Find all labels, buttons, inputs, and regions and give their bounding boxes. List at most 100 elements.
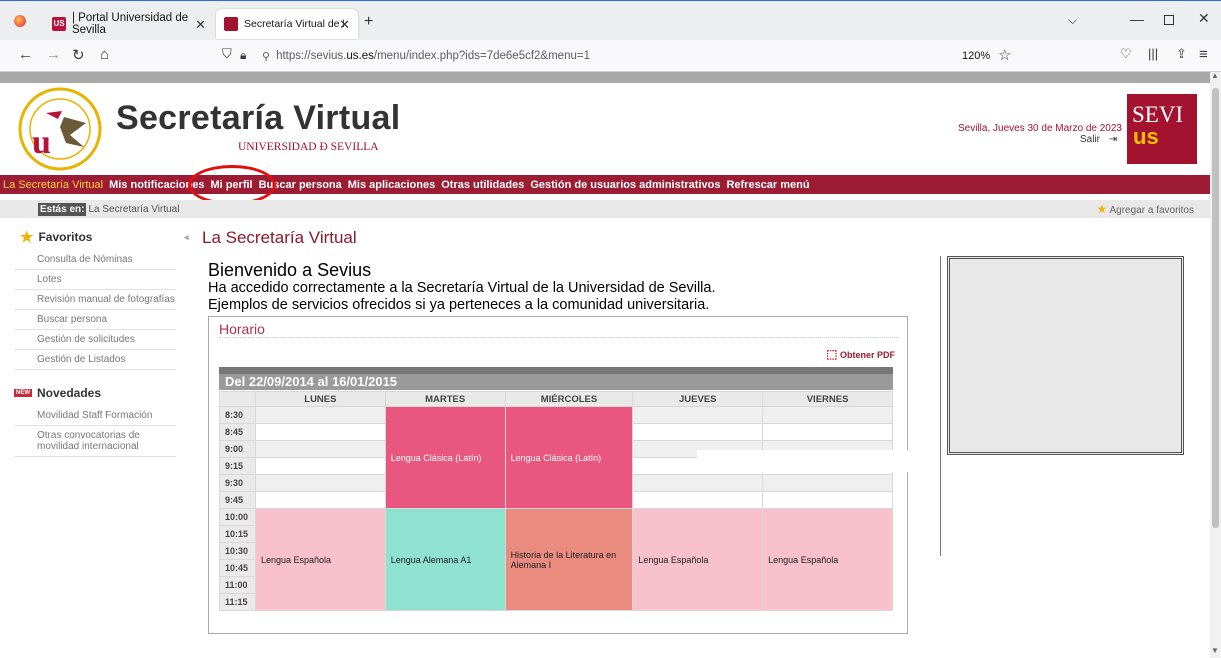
empty-cell xyxy=(762,474,893,492)
page-content: u Secretaría Virtual UNIVERSIDAD Ð SEVIL… xyxy=(0,72,1210,658)
university-seal-logo[interactable]: u xyxy=(18,87,102,171)
breadcrumb-current: La Secretaría Virtual xyxy=(88,203,180,215)
class-martes-am[interactable]: Lengua Clásica (Latín) xyxy=(384,406,506,509)
class-jueves-pm[interactable]: Lengua Española xyxy=(632,508,764,611)
logout-label: Salir xyxy=(1080,134,1101,145)
time-cell: 9:00 xyxy=(219,440,256,458)
site-title: Secretaría Virtual xyxy=(116,99,401,137)
site-subtitle: UNIVERSIDAD Ð SEVILLA xyxy=(238,141,379,153)
sidebar: ★ Favoritos ◂ Consulta de Nóminas Lotes … xyxy=(14,224,189,457)
menu-item-utilidades[interactable]: Otras utilidades xyxy=(441,179,524,191)
app-menu-icon[interactable]: ≡ xyxy=(1199,46,1208,63)
url-path: /menu/index.php?ids=7de6e5cf2&menu=1 xyxy=(373,50,590,62)
novedades-header[interactable]: NEW Novedades xyxy=(14,380,176,406)
class-viernes-pm[interactable]: Lengua Española xyxy=(762,508,893,611)
scroll-up-icon[interactable]: ▲ xyxy=(1211,71,1219,80)
logout-icon: ⇥ xyxy=(1108,134,1118,145)
menu-item-secretaria[interactable]: La Secretaría Virtual xyxy=(3,179,103,191)
shield-icon[interactable]: ⛉ xyxy=(222,46,232,62)
close-tab-icon[interactable]: ✕ xyxy=(195,17,206,33)
tab-portal[interactable]: US | Portal Universidad de Sevilla ✕ xyxy=(44,9,214,39)
browser-tab-bar: US | Portal Universidad de Sevilla ✕ Sec… xyxy=(0,0,1221,40)
empty-cell xyxy=(254,474,386,492)
extensions-icon[interactable]: ⇪ xyxy=(1176,46,1187,62)
add-favorites-link[interactable]: ★ Agregar a favoritos xyxy=(1097,202,1195,216)
new-tab-icon[interactable]: + xyxy=(364,13,373,31)
class-miercoles-pm[interactable]: Historia de la Literatura en Alemana I xyxy=(504,508,634,611)
url-bar[interactable]: ⚲ https://sevius. us.es/menu/index.php?id… xyxy=(262,44,962,68)
side-banner-box[interactable] xyxy=(947,256,1184,455)
empty-cell xyxy=(632,406,764,424)
sidebar-item-revision-fotografias[interactable]: Revisión manual de fotografías xyxy=(14,290,176,310)
annotation-ellipse xyxy=(188,165,276,205)
forward-icon[interactable]: → xyxy=(46,46,61,63)
time-cell: 10:30 xyxy=(219,542,256,560)
star-icon: ★ xyxy=(20,229,34,246)
time-cell: 8:45 xyxy=(219,423,256,441)
empty-cell xyxy=(254,406,386,424)
time-cell: 9:15 xyxy=(219,457,256,475)
close-tab-icon[interactable]: ✕ xyxy=(339,17,350,33)
list-tabs-icon[interactable]: ⌵ xyxy=(1068,13,1077,28)
sevius-logo[interactable]: SEVI us xyxy=(1127,94,1197,164)
class-martes-pm[interactable]: Lengua Alemana A1 xyxy=(384,508,506,611)
logout-link[interactable]: Salir ⇥ xyxy=(1080,134,1117,145)
welcome-line-2: Ejemplos de servicios ofrecidos si ya pe… xyxy=(208,297,710,313)
tab-title: | Portal Universidad de Sevilla xyxy=(72,12,189,36)
library-icon[interactable]: ||| xyxy=(1148,46,1158,61)
sidebar-item-movilidad-staff[interactable]: Movilidad Staff Formación xyxy=(14,406,176,426)
sidebar-item-buscar-persona[interactable]: Buscar persona xyxy=(14,310,176,330)
tab-secretaria[interactable]: Secretaría Virtual de la Universid ✕ xyxy=(216,9,358,39)
pdf-label: Obtener PDF xyxy=(839,350,895,360)
breadcrumb: Estás en: La Secretaría Virtual ★ Agrega… xyxy=(0,200,1210,218)
menu-item-aplicaciones[interactable]: Mis aplicaciones xyxy=(348,179,435,191)
day-martes: MARTES xyxy=(384,391,506,407)
maximize-icon[interactable] xyxy=(1164,15,1174,25)
main-content: La Secretaría Virtual Bienvenido a Seviu… xyxy=(202,224,1202,634)
empty-cell xyxy=(632,491,764,509)
zoom-level[interactable]: 120% xyxy=(962,50,990,62)
sidebar-item-gestion-listados[interactable]: Gestión de Listados xyxy=(14,350,176,370)
welcome-heading: Bienvenido a Sevius xyxy=(208,260,372,280)
star-icon: ★ xyxy=(1096,202,1108,216)
main-menu: La Secretaría Virtual Mis notificaciones… xyxy=(0,175,1210,194)
collapse-arrow-icon[interactable]: ◂ xyxy=(184,232,189,243)
empty-cell xyxy=(762,491,893,509)
back-icon[interactable]: ← xyxy=(18,46,33,63)
close-window-icon[interactable]: ✕ xyxy=(1198,10,1210,27)
lock-icon[interactable]: 🔒︎ xyxy=(240,48,246,63)
svg-text:u: u xyxy=(32,124,51,161)
table-row: 8:30 Lengua Clásica (Latín) Lengua Clási… xyxy=(219,406,893,509)
time-cell: 9:45 xyxy=(219,491,256,509)
schedule-header-row: LUNES MARTES MIÉRCOLES JUEVES VIERNES xyxy=(219,391,893,407)
time-cell: 11:15 xyxy=(219,593,256,611)
reload-icon[interactable]: ↻ xyxy=(72,46,85,64)
menu-item-gestion-usuarios[interactable]: Gestión de usuarios administrativos xyxy=(530,179,720,191)
novedades-title: Novedades xyxy=(37,386,102,400)
sidebar-item-lotes[interactable]: Lotes xyxy=(14,270,176,290)
time-cell: 9:30 xyxy=(219,474,256,492)
permissions-icon: ⚲ xyxy=(262,50,271,63)
favoritos-header[interactable]: ★ Favoritos ◂ xyxy=(14,224,189,250)
scroll-down-icon[interactable]: ▼ xyxy=(1211,646,1219,655)
home-icon[interactable]: ⌂ xyxy=(100,46,109,63)
bookmark-star-icon[interactable]: ☆ xyxy=(998,46,1011,64)
page-scrollbar[interactable]: ▲ ▼ xyxy=(1210,71,1221,658)
sidebar-item-otras-convocatorias[interactable]: Otras convocatorias de movilidad interna… xyxy=(14,426,176,457)
firefox-menu-icon[interactable] xyxy=(14,15,26,27)
empty-cell xyxy=(254,491,386,509)
top-strip xyxy=(0,72,1210,83)
day-jueves: JUEVES xyxy=(632,391,764,407)
pocket-icon[interactable]: ♡ xyxy=(1120,46,1132,62)
site-header: u Secretaría Virtual UNIVERSIDAD Ð SEVIL… xyxy=(0,83,1210,175)
pdf-link[interactable]: ⬚ Obtener PDF xyxy=(826,347,895,361)
menu-item-refrescar[interactable]: Refrescar menú xyxy=(726,179,809,191)
horario-panel: Horario ⬚ Obtener PDF Del 22/09/2014 al … xyxy=(208,316,917,634)
section-title: La Secretaría Virtual xyxy=(202,228,357,247)
sidebar-item-gestion-solicitudes[interactable]: Gestión de solicitudes xyxy=(14,330,176,350)
class-miercoles-am[interactable]: Lengua Clásica (Latín) xyxy=(504,406,634,509)
class-lunes-pm[interactable]: Lengua Española xyxy=(254,508,386,611)
scroll-thumb[interactable] xyxy=(1212,88,1219,528)
minimize-icon[interactable]: — xyxy=(1130,11,1144,27)
sidebar-item-nominas[interactable]: Consulta de Nóminas xyxy=(14,250,176,270)
